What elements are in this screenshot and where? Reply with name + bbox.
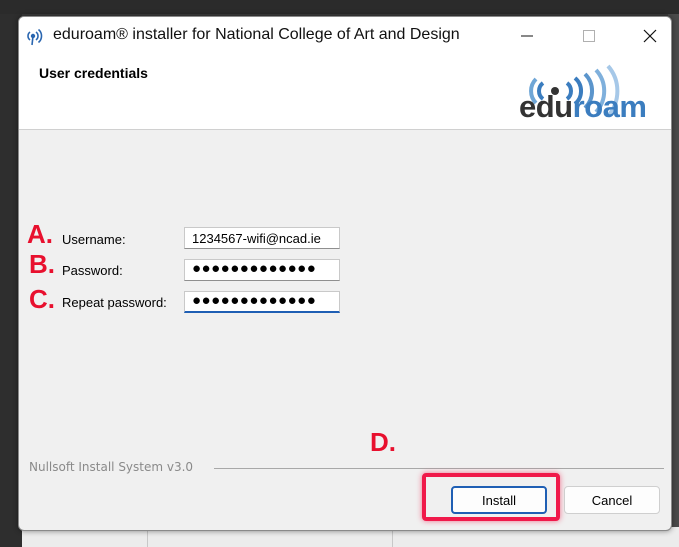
username-label: Username: — [62, 232, 126, 247]
footer-divider — [214, 468, 664, 469]
title-bar[interactable]: eduroam® installer for National College … — [19, 17, 671, 55]
repeat-password-label: Repeat password: — [62, 295, 167, 310]
close-button[interactable] — [627, 17, 671, 55]
password-field[interactable]: ●●●●●●●●●●●●● — [184, 259, 340, 281]
repeat-password-field[interactable]: ●●●●●●●●●●●●● — [184, 291, 340, 313]
desktop-background-top — [0, 0, 679, 14]
logo-wordmark: eduroam — [519, 89, 647, 125]
minimize-icon — [521, 35, 533, 37]
minimize-button[interactable] — [504, 17, 550, 55]
eduroam-logo: eduroam — [509, 63, 669, 125]
page-header: User credentials eduroam — [19, 55, 671, 130]
close-icon — [643, 29, 657, 43]
logo-edu: edu — [519, 89, 573, 124]
cancel-button[interactable]: Cancel — [564, 486, 660, 514]
installer-window: eduroam® installer for National College … — [18, 16, 672, 531]
username-field[interactable]: 1234567-wifi@ncad.ie — [184, 227, 340, 249]
page-title: User credentials — [39, 65, 148, 81]
logo-roam: roam — [572, 89, 647, 124]
annotation-marker-b: B. — [29, 249, 55, 279]
window-title: eduroam® installer for National College … — [53, 26, 460, 43]
eduroam-app-icon — [27, 28, 43, 46]
password-label: Password: — [62, 263, 123, 278]
annotation-marker-a: A. — [27, 219, 53, 249]
nsis-brand-label: Nullsoft Install System v3.0 — [29, 460, 194, 474]
install-button[interactable]: Install — [451, 486, 547, 514]
annotation-marker-d: D. — [370, 427, 396, 457]
annotation-marker-c: C. — [29, 284, 55, 314]
maximize-icon — [583, 30, 595, 42]
maximize-button[interactable] — [566, 17, 612, 55]
